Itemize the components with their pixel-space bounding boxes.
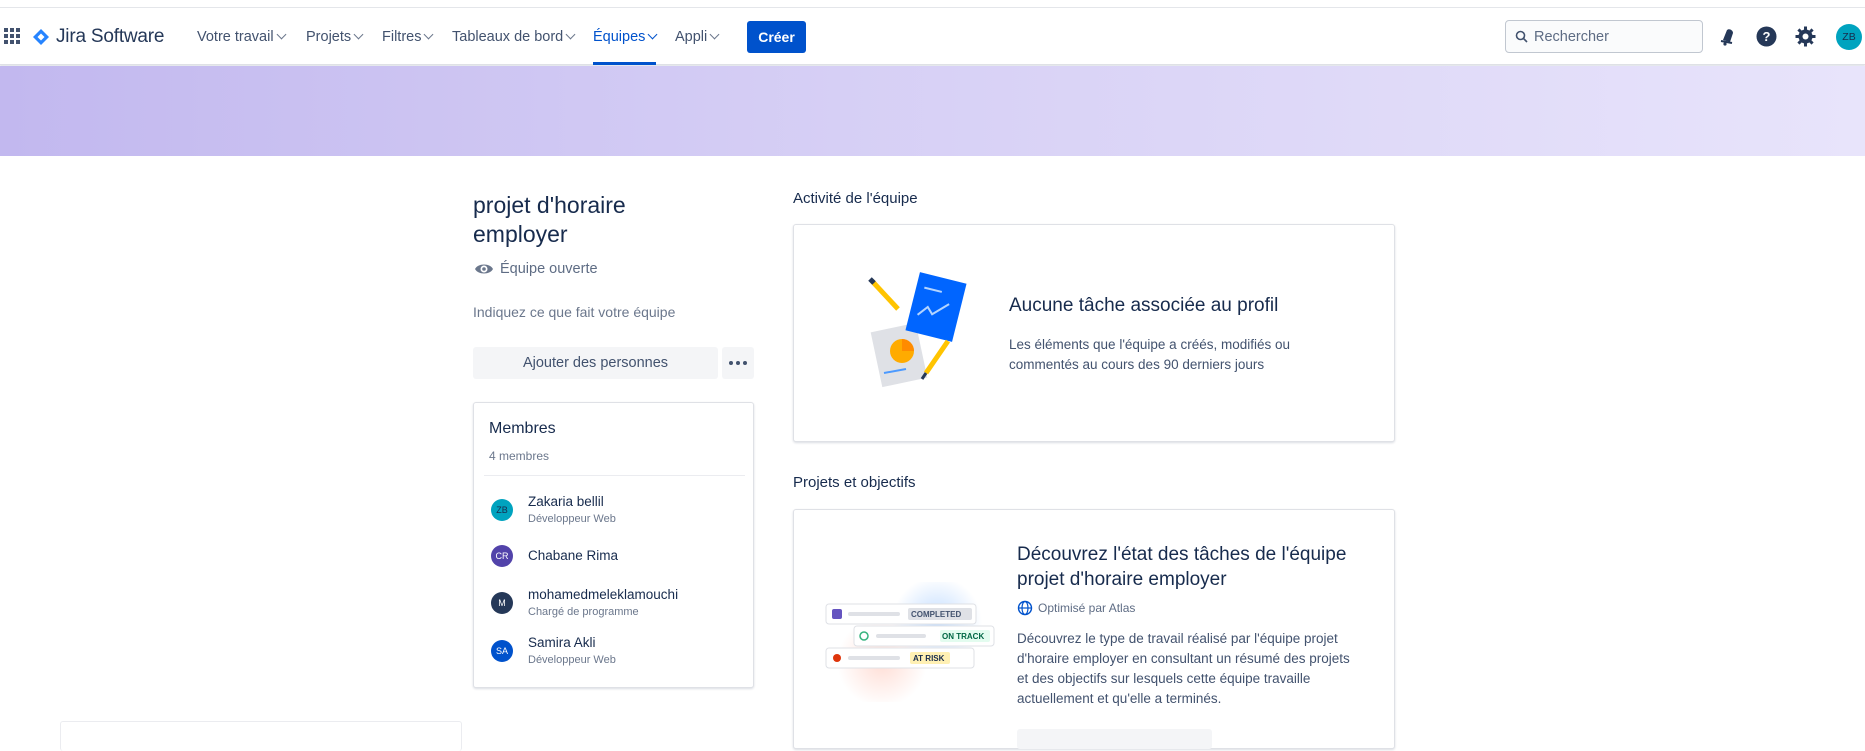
- projects-card-text: Découvrez le type de travail réalisé par…: [1017, 631, 1350, 706]
- svg-text:COMPLETED: COMPLETED: [911, 610, 961, 619]
- avatar: SA: [491, 640, 513, 662]
- jira-logo[interactable]: Jira Software: [32, 26, 164, 48]
- member-name: Zakaria bellil: [528, 494, 604, 509]
- nav-label: Filtres: [382, 28, 422, 45]
- chevron-down-icon: [565, 29, 576, 40]
- member-item[interactable]: CR Chabane Rima: [491, 545, 618, 567]
- avatar: CR: [491, 545, 513, 567]
- chevron-down-icon: [424, 29, 434, 40]
- team-name: projet d'horaire employer: [473, 192, 626, 247]
- svg-text:?: ?: [1763, 29, 1771, 44]
- add-people-button[interactable]: Ajouter des personnes: [473, 347, 718, 379]
- search-input[interactable]: [1534, 28, 1694, 45]
- avatar: M: [491, 592, 513, 614]
- atlas-badge: Optimisé par Atlas: [1017, 600, 1135, 616]
- visibility-label: Équipe ouverte: [500, 261, 598, 277]
- nav-label: Projets: [306, 28, 352, 45]
- app-name: Jira Software: [56, 26, 165, 47]
- chevron-down-icon: [647, 29, 658, 40]
- more-dot-icon: [736, 361, 740, 365]
- nav-label: Équipes: [593, 28, 646, 45]
- member-name: Chabane Rima: [528, 548, 619, 563]
- app-switcher-icon[interactable]: [4, 28, 20, 44]
- member-role: Chargé de programme: [528, 606, 639, 618]
- nav-label: Votre travail: [197, 28, 274, 45]
- nav-votre-travail[interactable]: Votre travail: [197, 8, 287, 65]
- document-pencil-illustration: [868, 272, 967, 388]
- status-list-illustration: COMPLETED ON TRACK AT RISK: [825, 582, 995, 702]
- member-name: Samira Akli: [528, 635, 596, 650]
- globe-icon: [1017, 600, 1033, 616]
- member-name: mohamedmeleklamouchi: [528, 587, 679, 602]
- activity-card: Aucune tâche associée au profil Les élém…: [793, 224, 1395, 442]
- svg-text:ON TRACK: ON TRACK: [942, 632, 984, 641]
- more-dot-icon: [729, 361, 733, 365]
- search-icon: [1515, 30, 1528, 43]
- members-panel: Membres 4 membres ZB Zakaria bellil Déve…: [473, 402, 754, 688]
- more-dot-icon: [743, 361, 747, 365]
- create-button[interactable]: Créer: [747, 21, 806, 53]
- chevron-down-icon: [709, 29, 720, 40]
- members-count: 4 membres: [489, 449, 550, 463]
- search-box[interactable]: [1505, 20, 1703, 53]
- settings-gear-icon[interactable]: [1795, 26, 1816, 47]
- empty-activity-title: Aucune tâche associée au profil: [1009, 295, 1279, 316]
- projects-card-button[interactable]: [1017, 729, 1212, 749]
- member-item[interactable]: SA Samira Akli Développeur Web: [491, 634, 616, 668]
- browser-top-strip: [0, 0, 1865, 8]
- nav-filtres[interactable]: Filtres: [382, 8, 434, 65]
- nav-appli[interactable]: Appli: [675, 8, 720, 65]
- left-panel-partial: [60, 721, 462, 751]
- atlas-label: Optimisé par Atlas: [1038, 601, 1136, 615]
- avatar: ZB: [491, 499, 513, 521]
- divider: [484, 475, 745, 476]
- jira-diamond-icon: [33, 29, 49, 45]
- nav-label: Appli: [675, 28, 708, 45]
- top-navigation: Jira Software Votre travail Projets Filt…: [0, 8, 1865, 65]
- notifications-icon[interactable]: [1718, 26, 1738, 46]
- chevron-down-icon: [353, 29, 364, 40]
- team-visibility: Équipe ouverte: [474, 261, 598, 277]
- chevron-down-icon: [276, 29, 287, 40]
- eye-icon: [475, 264, 493, 274]
- member-item[interactable]: ZB Zakaria bellil Développeur Web: [491, 493, 616, 527]
- team-description-field[interactable]: Indiquez ce que fait votre équipe: [473, 304, 675, 320]
- nav-projets[interactable]: Projets: [306, 8, 364, 65]
- nav-equipes[interactable]: Équipes: [593, 8, 658, 65]
- empty-activity-text: Les éléments que l'équipe a créés, modif…: [1009, 337, 1290, 372]
- user-avatar[interactable]: ZB: [1836, 24, 1862, 50]
- members-title: Membres: [489, 420, 556, 437]
- projects-card-title: Découvrez l'état des tâches de l'équipe …: [1017, 544, 1347, 590]
- projects-card: COMPLETED ON TRACK AT RISK Découvrez l'é…: [793, 509, 1395, 749]
- activity-section-title: Activité de l'équipe: [793, 190, 918, 207]
- nav-tableaux-de-bord[interactable]: Tableaux de bord: [452, 8, 576, 65]
- nav-label: Tableaux de bord: [452, 28, 564, 45]
- member-item[interactable]: M mohamedmeleklamouchi Chargé de program…: [491, 586, 678, 620]
- svg-text:AT RISK: AT RISK: [913, 654, 945, 663]
- help-icon[interactable]: ?: [1756, 26, 1777, 47]
- more-actions-button[interactable]: [722, 347, 754, 379]
- member-role: Développeur Web: [528, 513, 616, 525]
- member-role: Développeur Web: [528, 654, 616, 666]
- team-header-banner: [0, 66, 1865, 156]
- projects-section-title: Projets et objectifs: [793, 474, 916, 491]
